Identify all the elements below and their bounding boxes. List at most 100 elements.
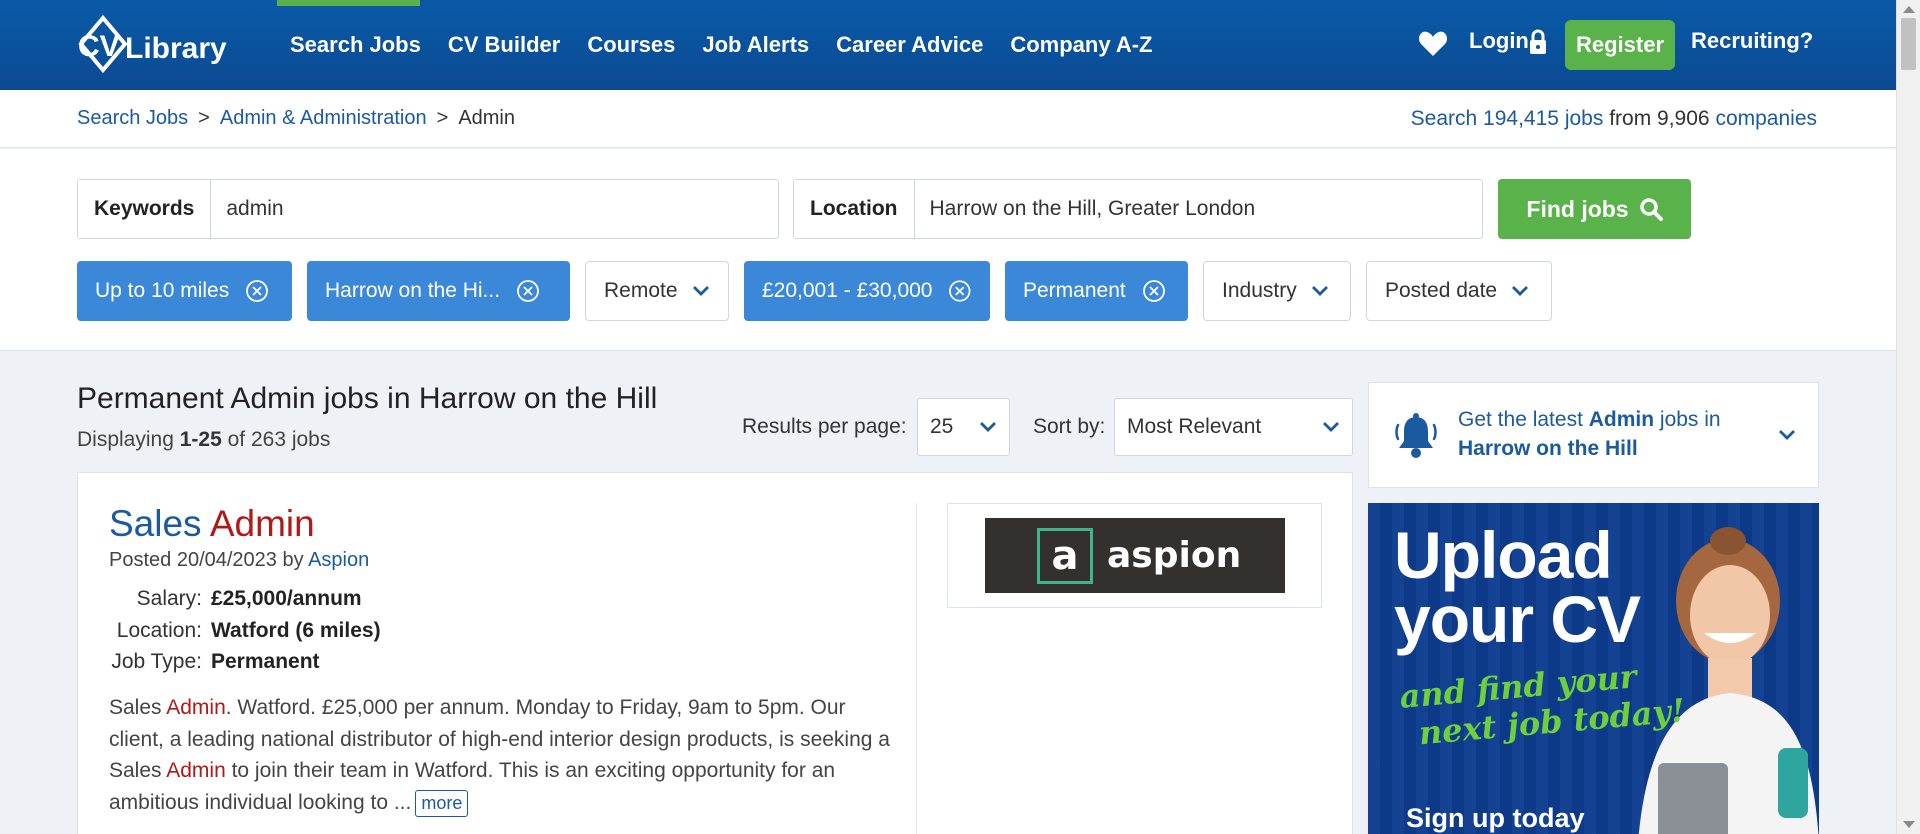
- salary-value: £25,000/annum: [211, 587, 362, 610]
- job-meta: Salary: £25,000/annum Location: Watford (6…: [109, 583, 381, 678]
- alert-keyword: Admin: [1588, 408, 1655, 431]
- find-jobs-button[interactable]: Find jobs: [1498, 179, 1691, 239]
- recruiting-link[interactable]: Recruiting?: [1691, 28, 1813, 54]
- ad-headline: Upload your CV: [1394, 522, 1641, 652]
- svg-text:Library: Library: [125, 32, 227, 65]
- filter-posted-date[interactable]: Posted date: [1366, 261, 1552, 321]
- sort-by-select[interactable]: Most Relevant: [1114, 398, 1353, 456]
- more-button[interactable]: more: [415, 789, 469, 817]
- desc-text: Sales: [109, 696, 167, 719]
- breadcrumb-bar: Search Jobs > Admin & Administration > Admin…: [0, 90, 1896, 148]
- scroll-up-arrow-icon[interactable]: [1903, 6, 1915, 13]
- search-icon: [1639, 198, 1663, 221]
- job-alert-box[interactable]: Get the latest Admin jobs in Harrow on t…: [1368, 382, 1819, 488]
- ad-headline-line2: your CV: [1394, 582, 1641, 656]
- job-posted-date: Posted 20/04/2023 by: [109, 549, 304, 571]
- breadcrumb-separator: >: [436, 107, 449, 129]
- filter-salary[interactable]: £20,001 - £30,000: [744, 261, 990, 321]
- filter-remote[interactable]: Remote: [585, 261, 729, 321]
- sort-by-label: Sort by:: [1033, 415, 1106, 438]
- nav-job-alerts[interactable]: Job Alerts: [702, 32, 809, 58]
- breadcrumb-admin-administration[interactable]: Admin & Administration: [220, 107, 427, 129]
- filter-distance[interactable]: Up to 10 miles: [77, 261, 292, 321]
- ad-headline-line1: Upload: [1394, 518, 1613, 592]
- site-stats: Search 194,415 jobs from 9,906 companies: [1411, 107, 1817, 131]
- keywords-input[interactable]: admin: [211, 197, 298, 221]
- desc-highlight: Admin: [166, 696, 226, 719]
- job-posted-info: Posted 20/04/2023 by Aspion: [109, 549, 369, 572]
- breadcrumb-separator: >: [198, 107, 210, 129]
- remove-filter-icon[interactable]: [245, 279, 269, 303]
- page: CV Library Search Jobs CV Builder Course…: [0, 0, 1896, 834]
- chevron-down-icon: [1311, 286, 1328, 296]
- chevron-down-icon: [980, 422, 996, 432]
- location-label: Location:: [116, 618, 202, 642]
- aspion-logo-text: aspion: [1107, 535, 1242, 576]
- filter-salary-label: £20,001 - £30,000: [762, 279, 933, 302]
- results-per-page-select[interactable]: 25: [917, 398, 1010, 456]
- nav-courses[interactable]: Courses: [587, 32, 675, 58]
- filter-industry-label: Industry: [1222, 279, 1297, 302]
- job-alert-text[interactable]: Get the latest Admin jobs in Harrow on t…: [1458, 405, 1768, 463]
- ad-cta[interactable]: Sign up today: [1406, 803, 1585, 834]
- breadcrumb: Search Jobs > Admin & Administration > Admin: [77, 107, 515, 130]
- job-title-part[interactable]: Sales: [109, 503, 202, 544]
- search-panel: Keywords admin Location Harrow on the Hi…: [0, 149, 1896, 351]
- aspion-logo-mark: a: [1037, 527, 1093, 584]
- register-button[interactable]: Register: [1565, 20, 1675, 70]
- results-count: Displaying 1-25 of 263 jobs: [77, 428, 330, 452]
- job-card: Sales Admin Posted 20/04/2023 by Aspion …: [77, 472, 1353, 834]
- filter-distance-label: Up to 10 miles: [95, 279, 230, 302]
- cv-library-logo[interactable]: CV Library: [73, 14, 243, 76]
- filter-location-label: Harrow on the Hi...: [325, 279, 501, 302]
- keywords-field[interactable]: Keywords admin: [77, 179, 779, 239]
- filter-remote-label: Remote: [604, 279, 678, 302]
- scroll-down-arrow-icon[interactable]: [1903, 821, 1915, 828]
- location-field[interactable]: Location Harrow on the Hill, Greater Lon…: [793, 179, 1483, 239]
- filter-industry[interactable]: Industry: [1203, 261, 1351, 321]
- aspion-logo[interactable]: a aspion: [985, 518, 1285, 593]
- chevron-down-icon[interactable]: [1778, 429, 1796, 441]
- nav-cv-builder[interactable]: CV Builder: [448, 32, 560, 58]
- job-company-link[interactable]: Aspion: [308, 549, 369, 571]
- stats-from-word: from: [1609, 107, 1652, 130]
- bell-icon: [1395, 413, 1437, 458]
- stats-company-count: 9,906: [1657, 107, 1710, 130]
- job-title-highlight[interactable]: Admin: [210, 503, 315, 544]
- alert-location: Harrow on the Hill: [1458, 437, 1638, 460]
- job-title[interactable]: Sales Admin: [109, 503, 315, 545]
- results-per-page-label: Results per page:: [742, 415, 907, 438]
- breadcrumb-search-jobs[interactable]: Search Jobs: [77, 107, 188, 129]
- chevron-down-icon: [1323, 422, 1339, 432]
- location-input[interactable]: Harrow on the Hill, Greater London: [915, 197, 1271, 221]
- stats-companies-link[interactable]: companies: [1715, 107, 1817, 130]
- salary-label: Salary:: [136, 587, 202, 610]
- lock-icon: [1530, 29, 1546, 54]
- svg-text:CV: CV: [78, 30, 120, 63]
- remove-filter-icon[interactable]: [516, 279, 540, 303]
- results-title: Permanent Admin jobs in Harrow on the Hi…: [77, 382, 658, 415]
- location-value: Watford (6 miles): [211, 618, 381, 642]
- results-range: 1-25: [179, 428, 222, 451]
- find-jobs-label: Find jobs: [1526, 195, 1629, 222]
- page-scrollbar[interactable]: [1896, 0, 1920, 834]
- scrollbar-thumb[interactable]: [1901, 18, 1916, 70]
- remove-filter-icon[interactable]: [948, 279, 972, 303]
- nav-search-jobs[interactable]: Search Jobs: [290, 32, 421, 58]
- company-logo-box[interactable]: a aspion: [947, 503, 1322, 608]
- keywords-label: Keywords: [78, 180, 212, 238]
- upload-cv-advert[interactable]: Upload your CV and find your next job toda…: [1368, 503, 1819, 834]
- filter-job-type-label: Permanent: [1023, 279, 1126, 302]
- remove-filter-icon[interactable]: [1142, 279, 1166, 303]
- nav-company-a-z[interactable]: Company A-Z: [1010, 32, 1152, 58]
- stats-search-link[interactable]: Search: [1411, 107, 1478, 130]
- filter-location[interactable]: Harrow on the Hi...: [307, 261, 570, 321]
- alert-text: Get the latest: [1458, 408, 1589, 431]
- heart-icon[interactable]: [1418, 30, 1448, 58]
- alert-text: jobs in: [1654, 408, 1721, 431]
- login-link[interactable]: Login: [1469, 28, 1529, 54]
- stats-jobs-word[interactable]: jobs: [1565, 107, 1604, 130]
- filter-job-type[interactable]: Permanent: [1005, 261, 1188, 321]
- stats-job-count[interactable]: 194,415: [1483, 107, 1559, 130]
- nav-career-advice[interactable]: Career Advice: [836, 32, 983, 58]
